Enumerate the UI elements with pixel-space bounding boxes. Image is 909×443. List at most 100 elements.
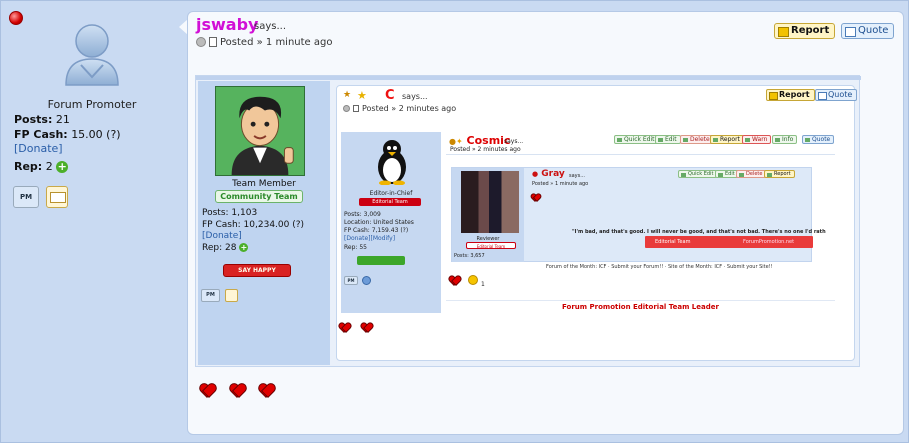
embedded-donate-link[interactable]: [Donate] [202,231,242,241]
embedded-screenshot-3: Reviewer Editorial Team Posts: 3,657 ● G… [451,167,826,262]
signature-divider [446,300,835,301]
add-rep-icon[interactable]: + [56,161,69,173]
post-container: Forum Promoter Posts: 21 FP Cash: 15.00 … [0,0,909,443]
tux-avatar[interactable] [371,137,413,185]
default-avatar-icon[interactable] [61,21,123,87]
post-body: jswaby says... Posted » 1 minute ago Rep… [187,11,904,435]
medal-icon: ★ [343,90,352,100]
laugh-count: 1 [481,281,485,288]
embedded-fp-cash: FP Cash: 10,234.00 (?) [202,220,305,230]
email-icon[interactable] [46,186,68,208]
embedded2-post-body: ●✦ Cosmic says... Posted » 2 minutes ago… [446,132,835,313]
embedded3-quote: "I'm bad, and that's good. I will never … [572,229,826,235]
embedded3-heart [532,190,539,203]
embedded2-divider [446,154,835,155]
embedded2-says: says... [504,138,524,145]
posts-value: 21 [55,113,70,126]
embedded3-username-text: Gray [541,169,565,179]
heart-icon[interactable] [340,323,350,332]
embedded2-signature: Forum Promotion Editorial Team Leader [562,303,719,311]
embedded2-warn-button[interactable]: Warn [742,135,772,144]
embedded-user-sidebar: Team Member Community Team Posts: 1,103 … [198,81,330,365]
embedded3-delete-button[interactable]: Delete [736,170,767,178]
heart-icon[interactable] [362,323,372,332]
embedded2-posted: Posted » 2 minutes ago [450,146,521,153]
posts-label: Posts: [14,113,53,126]
online-status-icon [9,11,23,25]
embedded2-team-pill: Editorial Team [359,198,421,206]
embedded2-donate[interactable]: [Donate][Modify] [344,235,395,243]
embedded2-rep: Rep: 55 [344,244,367,251]
embedded-post-body: ★ ★ C says... Posted » 2 minutes ago Rep… [336,85,858,361]
embedded3-avatar[interactable] [461,171,519,233]
globe-icon[interactable] [362,276,371,285]
embedded3-posts: Posts: 3,657 [454,253,485,259]
heart-icon[interactable] [259,384,275,398]
document-icon [209,37,217,47]
scroll-up-icon[interactable] [196,37,206,47]
embedded3-quick-edit-button[interactable]: Quick Edit [678,170,718,178]
embedded3-report-button[interactable]: Report [764,170,795,178]
posts-stat: Posts: 21 [14,113,70,126]
rep-stat: Rep: 2 + [14,160,69,173]
star-icon: ★ [357,89,367,102]
embedded-top-bar [196,76,861,80]
laugh-icon[interactable] [467,275,478,285]
heart-icon[interactable] [230,384,246,398]
say-happy-banner: SAY HAPPY [223,264,291,277]
embedded2-edit-button[interactable]: Edit [655,135,681,144]
embedded2-info-button[interactable]: Info [772,135,798,144]
post-meta: Posted » 1 minute ago [196,37,332,48]
embedded-says: says... [402,92,428,101]
embedded-reactions [340,322,372,335]
embedded3-user-sidebar: Reviewer Editorial Team Posts: 3,657 [452,168,524,262]
embedded2-green-banner [357,256,405,265]
embedded3-says: says... [569,173,586,179]
embedded-rep-text: Rep: 28 [202,243,237,253]
user-avatar[interactable] [215,86,305,176]
embedded2-delete-button[interactable]: Delete [680,135,714,144]
embedded2-location: Location: United States [344,219,414,226]
user-sidebar: Forum Promoter Posts: 21 FP Cash: 15.00 … [3,3,181,440]
embedded2-pm-button[interactable]: PM [344,276,358,285]
embedded-email-icon[interactable] [225,289,238,302]
embedded-scroll-icon[interactable] [343,105,350,112]
embedded-post-meta: Posted » 2 minutes ago [343,104,456,113]
embedded2-report-button[interactable]: Report [710,135,744,144]
embedded2-fp-cash: FP Cash: 7,159.43 (?) [344,227,409,234]
embedded-add-rep-icon[interactable]: + [239,243,249,252]
embedded2-quote-button[interactable]: Quote [802,135,835,144]
fp-cash-value[interactable]: 15.00 (?) [71,128,120,141]
banner-right-text: ForumPromotion.net [743,239,795,245]
embedded2-user-sidebar: Editor-in-Chief Editorial Team Posts: 3,… [341,132,441,313]
editorial-team-banner: Editorial Team ForumPromotion.net [645,236,813,248]
embedded-username[interactable]: C [385,88,395,103]
fp-cash-label: FP Cash: [14,128,68,141]
embedded-posted-time: Posted » 2 minutes ago [362,104,457,113]
pm-button[interactable]: PM [13,186,39,208]
heart-icon[interactable] [450,276,460,285]
embedded3-team-pill: Editorial Team [466,242,516,249]
embedded-pm-button[interactable]: PM [201,289,220,302]
report-button[interactable]: Report [774,23,836,39]
posted-time: Posted » 1 minute ago [220,37,333,48]
banner-left-text: Editorial Team [655,239,691,245]
embedded2-posts: Posts: 3,009 [344,211,381,218]
donate-link[interactable]: [Donate] [14,142,63,155]
embedded-report-button[interactable]: Report [766,89,815,101]
embedded-quote-button[interactable]: Quote [815,89,858,101]
community-team-badge: Community Team [215,190,303,203]
rep-value: 2 [45,160,53,173]
embedded-rep: Rep: 28 + [202,243,249,253]
embedded-screenshot: Team Member Community Team Posts: 1,103 … [195,75,861,367]
quote-button[interactable]: Quote [841,23,895,39]
user-title: Forum Promoter [47,98,137,111]
post-username[interactable]: jswaby [196,15,258,34]
post-reactions [200,384,275,401]
heart-icon[interactable] [200,384,216,398]
embedded3-posted: Posted » 1 minute ago [532,181,589,187]
embedded3-footer: Forum of the Month: ICF · Submit your Fo… [546,264,773,270]
fp-cash-stat: FP Cash: 15.00 (?) [14,128,121,141]
embedded2-quick-edit-button[interactable]: Quick Edit [614,135,659,144]
embedded3-username[interactable]: ● Gray [532,169,565,179]
